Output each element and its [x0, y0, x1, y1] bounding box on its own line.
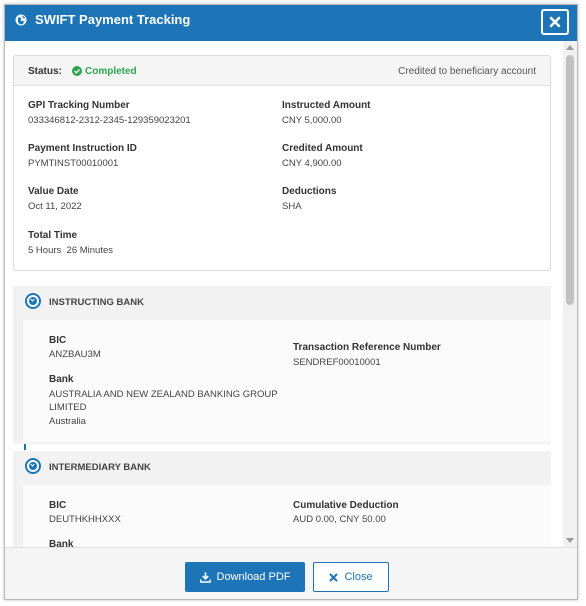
dialog-footer: Download PDF Close [5, 547, 577, 599]
chevron-down-circle-icon [25, 458, 41, 474]
total-time-label: Total Time [28, 230, 78, 241]
intermediary-bic-label: BIC [49, 500, 67, 511]
instructing-bank-country: Australia [49, 416, 86, 427]
intermediary-bank-section: INTERMEDIARY BANK BIC DEUTHKHHXXX Bank C… [13, 451, 551, 547]
gpi-tracking-label: GPI Tracking Number [28, 100, 130, 111]
total-time-value: 5 Hours 26 Minutes [28, 245, 114, 256]
chevron-down-circle-icon [25, 293, 41, 309]
intermediary-bank-label: Bank [49, 539, 74, 547]
close-label: Close [344, 571, 373, 583]
globe-icon [15, 14, 27, 26]
scrollbar-thumb[interactable] [566, 55, 574, 305]
deductions-value: SHA [282, 201, 302, 212]
cumulative-deduction-label: Cumulative Deduction [293, 500, 399, 511]
credited-amount-label: Credited Amount [282, 143, 363, 154]
instructing-bank-header: INSTRUCTING BANK [13, 286, 551, 316]
instructing-bank-label: Bank [49, 374, 74, 385]
swift-tracking-dialog: SWIFT Payment Tracking Status: Completed… [4, 4, 578, 600]
payment-id-value: PYMTINST00010001 [28, 158, 119, 169]
intermediary-bic-value: DEUTHKHHXXX [49, 514, 121, 525]
status-label: Status: [28, 66, 62, 77]
deductions-label: Deductions [282, 186, 337, 197]
intermediary-bank-body: BIC DEUTHKHHXXX Bank Cumulative Deductio… [23, 485, 551, 547]
instructing-bic-value: ANZBAU3M [49, 349, 101, 360]
intermediary-bank-title: INTERMEDIARY BANK [49, 462, 151, 473]
transaction-ref-label: Transaction Reference Number [293, 342, 441, 353]
transaction-ref-value: SENDREF00010001 [293, 357, 381, 368]
vertical-scrollbar[interactable] [563, 41, 577, 547]
check-circle-icon [72, 66, 82, 76]
instructing-bic-label: BIC [49, 335, 67, 346]
status-value: Completed [85, 66, 137, 77]
status-header: Status: Completed Credited to beneficiar… [14, 56, 550, 86]
download-pdf-button[interactable]: Download PDF [185, 562, 305, 592]
value-date-value: Oct 11, 2022 [28, 201, 82, 212]
instructed-amount-value: CNY 5,000.00 [282, 115, 342, 126]
download-pdf-label: Download PDF [216, 571, 291, 583]
close-dialog-button[interactable] [541, 9, 569, 35]
close-icon [549, 16, 561, 28]
intermediary-bank-header: INTERMEDIARY BANK [13, 451, 551, 481]
instructing-bank-name-line2: LIMITED [49, 402, 87, 413]
download-icon [199, 572, 211, 583]
payment-id-label: Payment Instruction ID [28, 143, 137, 154]
instructing-bank-name-line1: AUSTRALIA AND NEW ZEALAND BANKING GROUP [49, 389, 278, 400]
dialog-content[interactable]: Status: Completed Credited to beneficiar… [5, 41, 577, 547]
status-card: Status: Completed Credited to beneficiar… [13, 55, 551, 271]
cumulative-deduction-value: AUD 0.00, CNY 50.00 [293, 514, 386, 525]
status-description: Credited to beneficiary account [398, 66, 536, 77]
credited-amount-value: CNY 4,900.00 [282, 158, 342, 169]
scroll-down-icon[interactable] [566, 538, 574, 543]
instructing-bank-title: INSTRUCTING BANK [49, 297, 144, 308]
value-date-label: Value Date [28, 186, 79, 197]
close-button[interactable]: Close [313, 562, 389, 592]
scroll-up-icon[interactable] [566, 45, 574, 50]
instructing-bank-section: INSTRUCTING BANK BIC ANZBAU3M Bank AUSTR… [13, 286, 551, 444]
close-icon [329, 573, 338, 581]
dialog-titlebar: SWIFT Payment Tracking [5, 5, 577, 41]
instructed-amount-label: Instructed Amount [282, 100, 371, 111]
instructing-bank-body: BIC ANZBAU3M Bank AUSTRALIA AND NEW ZEAL… [23, 320, 551, 442]
dialog-title: SWIFT Payment Tracking [35, 12, 191, 27]
gpi-tracking-value: 033346812-2312-2345-129359023201 [28, 115, 191, 126]
